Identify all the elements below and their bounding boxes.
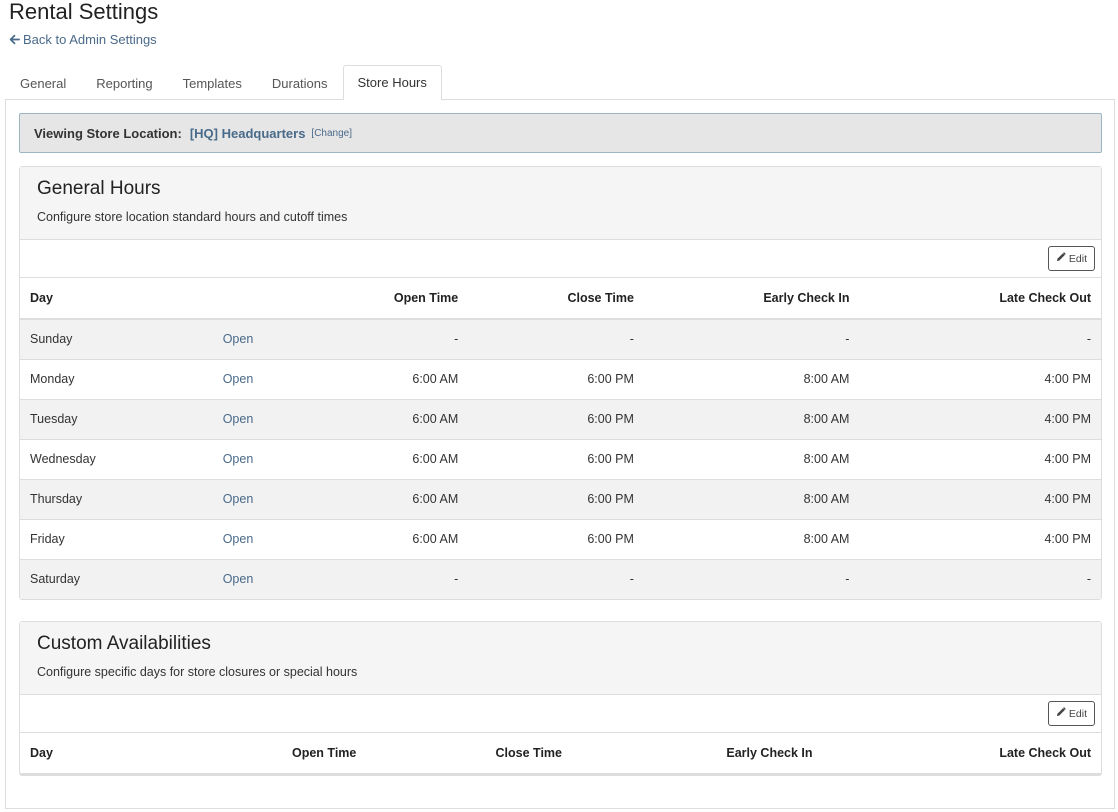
- close-time-cell: 6:00 PM: [468, 519, 644, 560]
- custom-availabilities-header: Custom Availabilities Configure specific…: [20, 622, 1101, 695]
- close-time-cell: 6:00 PM: [468, 439, 644, 480]
- late-check-out-cell: 4:00 PM: [859, 439, 1101, 480]
- back-link-label: Back to Admin Settings: [23, 32, 157, 47]
- status-link[interactable]: Open: [212, 479, 309, 520]
- general-hours-panel: General Hours Configure store location s…: [19, 166, 1102, 600]
- column-header-close-time: Close Time: [366, 733, 572, 775]
- table-row: Monday Open 6:00 AM 6:00 PM 8:00 AM 4:00…: [20, 359, 1101, 400]
- tab-templates[interactable]: Templates: [168, 66, 257, 100]
- custom-availabilities-panel: Custom Availabilities Configure specific…: [19, 621, 1102, 776]
- table-header-row: Day Open Time Close Time Early Check In …: [20, 733, 1101, 775]
- early-check-in-cell: 8:00 AM: [643, 359, 860, 400]
- late-check-out-cell: 4:00 PM: [859, 359, 1101, 400]
- day-cell: Friday: [20, 519, 213, 560]
- late-check-out-cell: 4:00 PM: [859, 519, 1101, 560]
- day-cell: Tuesday: [20, 399, 213, 440]
- pencil-icon: [1056, 252, 1066, 265]
- open-time-cell: 6:00 AM: [308, 359, 469, 400]
- column-header-late-check-out: Late Check Out: [859, 278, 1101, 320]
- early-check-in-cell: -: [643, 319, 860, 360]
- table-row: Thursday Open 6:00 AM 6:00 PM 8:00 AM 4:…: [20, 479, 1101, 520]
- day-cell: Thursday: [20, 479, 213, 520]
- custom-availabilities-table: Day Open Time Close Time Early Check In …: [20, 733, 1101, 775]
- day-cell: Wednesday: [20, 439, 213, 480]
- custom-availabilities-title: Custom Availabilities: [37, 633, 211, 654]
- late-check-out-cell: -: [859, 559, 1101, 599]
- open-time-cell: 6:00 AM: [308, 439, 469, 480]
- custom-availabilities-description: Configure specific days for store closur…: [37, 665, 358, 679]
- open-time-cell: -: [308, 319, 469, 360]
- change-location-link[interactable]: [Change]: [311, 128, 352, 139]
- custom-availabilities-toolbar: Edit: [20, 695, 1101, 733]
- table-row: Tuesday Open 6:00 AM 6:00 PM 8:00 AM 4:0…: [20, 399, 1101, 440]
- settings-tabs: General Reporting Templates Durations St…: [5, 65, 442, 100]
- column-header-close-time: Close Time: [468, 278, 644, 320]
- close-time-cell: -: [468, 319, 644, 360]
- close-time-cell: 6:00 PM: [468, 359, 644, 400]
- tab-durations[interactable]: Durations: [257, 66, 343, 100]
- early-check-in-cell: -: [643, 559, 860, 599]
- column-header-late-check-out: Late Check Out: [822, 733, 1101, 775]
- general-hours-title: General Hours: [37, 178, 161, 199]
- status-link[interactable]: Open: [212, 359, 309, 400]
- open-time-cell: 6:00 AM: [308, 519, 469, 560]
- edit-label: Edit: [1068, 707, 1087, 720]
- early-check-in-cell: 8:00 AM: [643, 479, 860, 520]
- column-header-open-time: Open Time: [308, 278, 469, 320]
- table-row: Saturday Open - - - -: [20, 559, 1101, 599]
- close-time-cell: -: [468, 559, 644, 599]
- back-to-admin-settings-link[interactable]: Back to Admin Settings: [9, 32, 157, 47]
- location-name[interactable]: [HQ] Headquarters: [190, 126, 306, 141]
- late-check-out-cell: 4:00 PM: [859, 399, 1101, 440]
- column-header-day: Day: [20, 733, 213, 775]
- status-link[interactable]: Open: [212, 439, 309, 480]
- late-check-out-cell: 4:00 PM: [859, 479, 1101, 520]
- store-location-bar: Viewing Store Location: [HQ] Headquarter…: [19, 113, 1102, 153]
- table-row: Wednesday Open 6:00 AM 6:00 PM 8:00 AM 4…: [20, 439, 1101, 480]
- status-link[interactable]: Open: [212, 559, 309, 599]
- general-hours-description: Configure store location standard hours …: [37, 210, 348, 224]
- early-check-in-cell: 8:00 AM: [643, 519, 860, 560]
- column-header-status: [212, 278, 309, 320]
- tab-reporting[interactable]: Reporting: [81, 66, 167, 100]
- table-row: Sunday Open - - - -: [20, 319, 1101, 360]
- general-hours-toolbar: Edit: [20, 240, 1101, 278]
- day-cell: Sunday: [20, 319, 213, 360]
- early-check-in-cell: 8:00 AM: [643, 439, 860, 480]
- general-hours-header: General Hours Configure store location s…: [20, 167, 1101, 240]
- status-link[interactable]: Open: [212, 319, 309, 360]
- column-header-day: Day: [20, 278, 213, 320]
- page-title: Rental Settings: [9, 0, 159, 24]
- status-link[interactable]: Open: [212, 399, 309, 440]
- day-cell: Saturday: [20, 559, 213, 599]
- day-cell: Monday: [20, 359, 213, 400]
- open-time-cell: 6:00 AM: [308, 399, 469, 440]
- open-time-cell: 6:00 AM: [308, 479, 469, 520]
- table-row: Friday Open 6:00 AM 6:00 PM 8:00 AM 4:00…: [20, 519, 1101, 560]
- open-time-cell: -: [308, 559, 469, 599]
- general-hours-table: Day Open Time Close Time Early Check In …: [20, 278, 1101, 599]
- location-label: Viewing Store Location:: [34, 125, 182, 141]
- tab-general[interactable]: General: [5, 66, 81, 100]
- status-link[interactable]: Open: [212, 519, 309, 560]
- column-header-open-time: Open Time: [212, 733, 367, 775]
- arrow-left-icon: [9, 34, 20, 45]
- column-header-early-check-in: Early Check In: [643, 278, 860, 320]
- late-check-out-cell: -: [859, 319, 1101, 360]
- table-header-row: Day Open Time Close Time Early Check In …: [20, 278, 1101, 320]
- general-hours-edit-button[interactable]: Edit: [1047, 246, 1095, 271]
- store-hours-tab-content: Viewing Store Location: [HQ] Headquarter…: [5, 99, 1115, 809]
- column-header-early-check-in: Early Check In: [572, 733, 823, 775]
- edit-label: Edit: [1068, 252, 1087, 265]
- close-time-cell: 6:00 PM: [468, 399, 644, 440]
- tab-store-hours[interactable]: Store Hours: [342, 65, 442, 100]
- early-check-in-cell: 8:00 AM: [643, 399, 860, 440]
- pencil-icon: [1056, 707, 1066, 720]
- custom-availabilities-edit-button[interactable]: Edit: [1047, 701, 1095, 726]
- close-time-cell: 6:00 PM: [468, 479, 644, 520]
